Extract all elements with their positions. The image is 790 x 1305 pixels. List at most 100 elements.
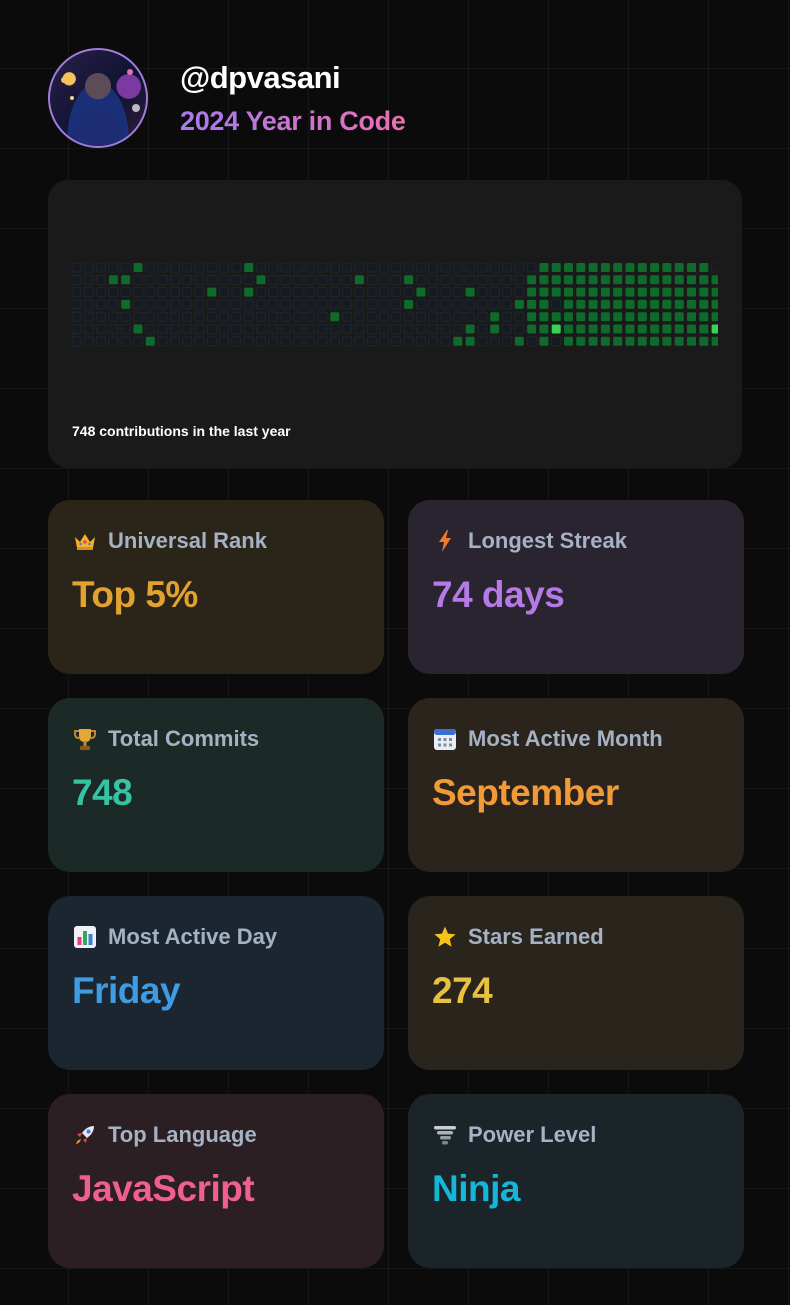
contribution-day[interactable] — [182, 324, 193, 334]
contribution-day[interactable] — [588, 336, 598, 346]
contribution-day[interactable] — [489, 287, 500, 298]
contribution-day[interactable] — [292, 311, 303, 322]
contribution-day[interactable] — [650, 263, 660, 272]
contribution-day[interactable] — [133, 299, 143, 310]
contribution-day[interactable] — [145, 287, 156, 298]
contribution-day[interactable] — [170, 324, 180, 334]
contribution-day[interactable] — [711, 287, 718, 297]
contribution-day[interactable] — [477, 287, 488, 298]
contribution-day[interactable] — [600, 263, 610, 272]
contribution-day[interactable] — [194, 336, 205, 347]
contribution-day[interactable] — [157, 263, 168, 273]
contribution-day[interactable] — [477, 311, 488, 322]
contribution-day[interactable] — [674, 336, 684, 346]
contribution-day[interactable] — [477, 299, 488, 310]
contribution-day[interactable] — [440, 263, 451, 273]
contribution-day[interactable] — [83, 287, 94, 298]
contribution-day[interactable] — [452, 324, 463, 334]
contribution-day[interactable] — [477, 263, 488, 273]
contribution-day[interactable] — [428, 299, 439, 310]
contribution-day[interactable] — [133, 274, 143, 285]
contribution-day[interactable] — [440, 287, 451, 298]
contribution-day[interactable] — [711, 275, 718, 285]
contribution-day[interactable] — [342, 311, 353, 322]
contribution-day[interactable] — [465, 287, 475, 297]
contribution-day[interactable] — [415, 311, 426, 322]
contribution-day[interactable] — [379, 336, 389, 347]
contribution-day[interactable] — [170, 311, 180, 322]
contribution-day[interactable] — [539, 263, 549, 272]
contribution-day[interactable] — [551, 275, 561, 285]
contribution-day[interactable] — [564, 275, 573, 285]
contribution-day[interactable] — [674, 299, 684, 309]
contribution-day[interactable] — [465, 263, 475, 273]
contribution-day[interactable] — [244, 287, 254, 297]
contribution-day[interactable] — [391, 324, 402, 334]
contribution-day[interactable] — [576, 324, 586, 334]
contribution-day[interactable] — [194, 311, 205, 322]
contribution-day[interactable] — [428, 311, 439, 322]
contribution-day[interactable] — [206, 274, 217, 285]
contribution-day[interactable] — [391, 299, 402, 310]
contribution-day[interactable] — [564, 299, 573, 309]
contribution-day[interactable] — [96, 274, 107, 285]
contribution-day[interactable] — [280, 263, 291, 273]
contribution-day[interactable] — [379, 311, 389, 322]
contribution-day[interactable] — [219, 274, 230, 285]
contribution-day[interactable] — [342, 274, 353, 285]
contribution-day[interactable] — [514, 336, 524, 346]
contribution-day[interactable] — [329, 324, 340, 334]
contribution-day[interactable] — [329, 274, 340, 285]
contribution-day[interactable] — [219, 287, 230, 298]
contribution-day[interactable] — [514, 287, 525, 298]
contribution-day[interactable] — [108, 311, 119, 322]
contribution-day[interactable] — [366, 263, 377, 273]
contribution-day[interactable] — [354, 336, 365, 347]
contribution-day[interactable] — [108, 336, 119, 347]
contribution-day[interactable] — [268, 274, 279, 285]
contribution-day[interactable] — [96, 311, 107, 322]
contribution-day[interactable] — [342, 287, 353, 298]
contribution-day[interactable] — [625, 287, 635, 297]
contribution-day[interactable] — [354, 263, 365, 273]
contribution-day[interactable] — [465, 311, 476, 322]
contribution-day[interactable] — [96, 336, 107, 347]
contribution-day[interactable] — [650, 275, 660, 285]
contribution-day[interactable] — [650, 336, 660, 346]
contribution-day[interactable] — [452, 263, 463, 273]
contribution-day[interactable] — [96, 263, 106, 273]
contribution-day[interactable] — [317, 336, 328, 347]
contribution-day[interactable] — [699, 275, 709, 285]
contribution-day[interactable] — [625, 336, 635, 346]
contribution-day[interactable] — [502, 324, 512, 334]
contribution-day[interactable] — [699, 336, 709, 346]
contribution-day[interactable] — [83, 336, 94, 347]
contribution-day[interactable] — [415, 324, 426, 334]
contribution-day[interactable] — [354, 287, 365, 298]
contribution-day[interactable] — [268, 263, 279, 273]
contribution-day[interactable] — [329, 287, 340, 298]
contribution-day[interactable] — [539, 312, 549, 322]
contribution-day[interactable] — [292, 299, 303, 310]
contribution-day[interactable] — [170, 263, 180, 273]
contribution-day[interactable] — [551, 312, 561, 322]
contribution-day[interactable] — [268, 336, 279, 347]
contribution-day[interactable] — [256, 287, 266, 298]
contribution-day[interactable] — [650, 287, 660, 297]
contribution-day[interactable] — [391, 336, 402, 347]
contribution-day[interactable] — [379, 299, 389, 310]
contribution-day[interactable] — [108, 275, 118, 285]
contribution-day[interactable] — [243, 311, 254, 322]
contribution-day[interactable] — [637, 324, 647, 334]
contribution-day[interactable] — [440, 311, 451, 322]
contribution-day[interactable] — [108, 299, 119, 310]
contribution-day[interactable] — [428, 324, 439, 334]
contribution-day[interactable] — [219, 336, 230, 347]
contribution-day[interactable] — [157, 287, 168, 298]
contribution-day[interactable] — [206, 336, 217, 347]
contribution-day[interactable] — [489, 299, 500, 310]
contribution-day[interactable] — [133, 324, 143, 334]
contribution-day[interactable] — [650, 324, 660, 334]
contribution-day[interactable] — [96, 324, 107, 334]
contribution-day[interactable] — [133, 263, 143, 272]
